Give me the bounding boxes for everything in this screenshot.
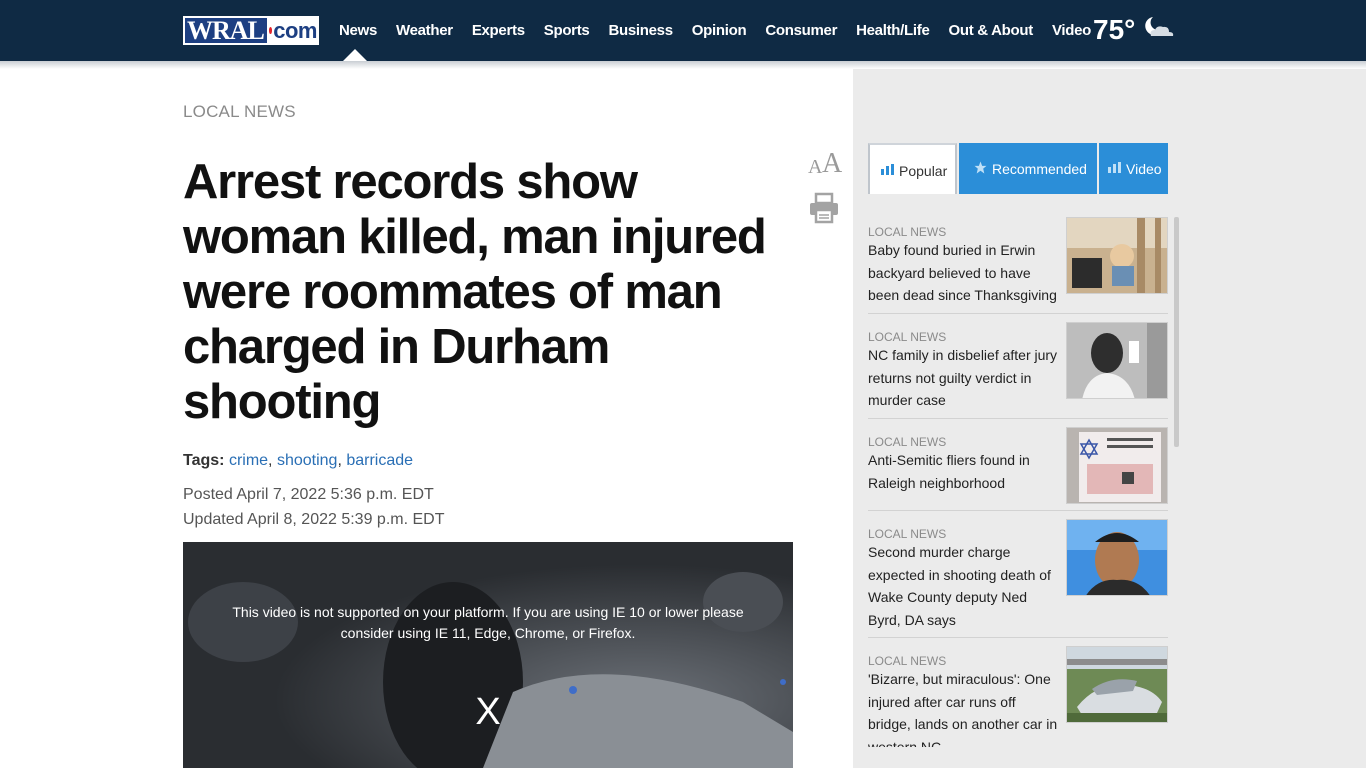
story-divider	[868, 313, 1168, 314]
story-kicker[interactable]: LOCAL NEWS	[868, 330, 946, 344]
bar-chart-icon	[1108, 162, 1121, 174]
video-unsupported-message: This video is not supported on your plat…	[232, 604, 744, 641]
tab-video[interactable]: Video	[1099, 143, 1168, 194]
tags-label: Tags:	[183, 452, 225, 469]
logo-dot	[268, 27, 273, 34]
print-icon[interactable]	[808, 192, 840, 224]
story-title[interactable]: Anti-Semitic fliers found in Raleigh nei…	[868, 449, 1060, 494]
nav-experts[interactable]: Experts	[472, 0, 525, 61]
tag-crime[interactable]: crime	[229, 452, 268, 469]
tab-recommended[interactable]: Recommended	[959, 143, 1097, 194]
story-thumbnail[interactable]	[1066, 322, 1168, 399]
story-title[interactable]: 'Bizarre, but miraculous': One injured a…	[868, 668, 1060, 747]
temperature[interactable]: 75°	[1093, 12, 1135, 48]
story-kicker[interactable]: LOCAL NEWS	[868, 225, 946, 239]
popular-story-list: LOCAL NEWS Baby found buried in Erwin ba…	[868, 217, 1168, 747]
video-poster-image	[183, 542, 793, 768]
logo-com-text: com	[273, 18, 317, 43]
nav-business[interactable]: Business	[608, 0, 673, 61]
star-icon	[974, 161, 987, 174]
article-headline: Arrest records show woman killed, man in…	[183, 155, 767, 429]
main-nav: News Weather Experts Sports Business Opi…	[339, 0, 1110, 61]
video-player[interactable]: This video is not supported on your plat…	[183, 542, 793, 768]
font-size-icon[interactable]: A A	[807, 148, 843, 179]
tab-video-label: Video	[1126, 160, 1162, 177]
tab-popular[interactable]: Popular	[868, 143, 957, 194]
story-thumbnail[interactable]	[1066, 519, 1168, 596]
story-divider	[868, 510, 1168, 511]
wral-logo[interactable]: WRAL com	[183, 16, 319, 45]
nav-opinion[interactable]: Opinion	[692, 0, 747, 61]
tag-barricade[interactable]: barricade	[346, 452, 413, 469]
tab-popular-label: Popular	[899, 162, 948, 179]
story-kicker[interactable]: LOCAL NEWS	[868, 527, 946, 541]
partly-cloudy-night-icon[interactable]	[1141, 14, 1175, 40]
story-thumbnail[interactable]	[1066, 217, 1168, 294]
bar-chart-icon	[881, 164, 894, 176]
sidebar-scrollbar[interactable]	[1174, 217, 1179, 447]
header-shadow	[0, 61, 1366, 69]
story-title[interactable]: Baby found buried in Erwin backyard beli…	[868, 239, 1060, 307]
story-thumbnail[interactable]	[1066, 646, 1168, 723]
logo-wral-text: WRAL	[185, 18, 267, 44]
story-thumbnail[interactable]	[1066, 427, 1168, 504]
nav-consumer[interactable]: Consumer	[765, 0, 837, 61]
nav-video[interactable]: Video	[1052, 0, 1091, 61]
story-title[interactable]: NC family in disbelief after jury return…	[868, 344, 1060, 412]
story-kicker[interactable]: LOCAL NEWS	[868, 654, 946, 668]
nav-out-about[interactable]: Out & About	[949, 0, 1034, 61]
posted-timestamp: Posted April 7, 2022 5:36 p.m. EDT	[183, 486, 434, 503]
video-close-button[interactable]: X	[473, 692, 503, 732]
article-tags: Tags: crime, shooting, barricade	[183, 452, 414, 469]
tab-recommended-label: Recommended	[992, 160, 1087, 177]
story-kicker[interactable]: LOCAL NEWS	[868, 435, 946, 449]
active-nav-caret	[343, 49, 367, 61]
nav-health-life[interactable]: Health/Life	[856, 0, 930, 61]
story-title[interactable]: Second murder charge expected in shootin…	[868, 541, 1060, 631]
font-size-small-glyph: A	[808, 156, 823, 178]
font-size-large-glyph: A	[822, 148, 843, 179]
sidebar-tabs: Popular Recommended Video	[868, 143, 1168, 194]
tag-shooting[interactable]: shooting	[277, 452, 338, 469]
nav-sports[interactable]: Sports	[544, 0, 590, 61]
updated-timestamp: Updated April 8, 2022 5:39 p.m. EDT	[183, 511, 445, 528]
story-divider	[868, 418, 1168, 419]
story-divider	[868, 637, 1168, 638]
article-kicker[interactable]: LOCAL NEWS	[183, 102, 296, 122]
nav-weather[interactable]: Weather	[396, 0, 453, 61]
top-nav-bar: WRAL com News Weather Experts Sports Bus…	[0, 0, 1366, 61]
